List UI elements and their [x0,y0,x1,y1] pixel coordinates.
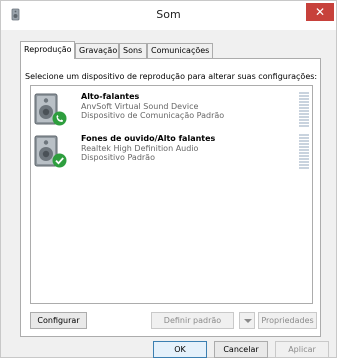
properties-label: Propriedades [261,316,314,325]
device-status: Dispositivo Padrão [81,153,155,162]
sound-dialog: Som ✕ Reprodução Gravação Sons Comunicaç… [0,0,337,358]
device-text: Fones de ouvido/Alto falantes Realtek Hi… [81,134,215,163]
cancel-button[interactable]: Cancelar [214,341,268,358]
tab-recording[interactable]: Gravação [75,43,119,58]
tab-sounds[interactable]: Sons [119,43,147,58]
configure-button[interactable]: Configurar [30,312,87,329]
tab-label: Sons [123,46,143,55]
device-status: Dispositivo de Comunicação Padrão [81,111,225,120]
device-text: Alto-falantes AnvSoft Virtual Sound Devi… [81,92,224,121]
configure-label: Configurar [37,316,80,325]
ok-button[interactable]: OK [153,341,207,358]
tab-playback[interactable]: Reprodução [20,41,75,59]
device-driver: Realtek High Definition Audio [81,143,199,153]
device-driver: AnvSoft Virtual Sound Device [81,101,199,111]
tab-label: Comunicações [151,46,210,55]
window-title: Som [156,8,181,21]
cancel-label: Cancelar [223,345,259,354]
device-item-headphones[interactable]: Fones de ouvido/Alto falantes Realtek Hi… [34,134,309,172]
playback-panel: Selecione um dispositivo de reprodução p… [20,58,321,337]
device-name: Alto-falantes [81,92,140,101]
phone-icon [52,111,67,126]
device-item-speakers[interactable]: Alto-falantes AnvSoft Virtual Sound Devi… [34,92,309,130]
tab-label: Reprodução [24,45,72,54]
set-default-label: Definir padrão [163,316,222,325]
title-bar: Som ✕ [1,1,336,30]
close-button[interactable]: ✕ [306,3,334,21]
apply-label: Aplicar [288,345,316,354]
tab-communications[interactable]: Comunicações [147,43,213,58]
tab-label: Gravação [79,46,118,55]
set-default-button[interactable]: Definir padrão [151,312,234,329]
ok-label: OK [174,345,186,354]
apply-button[interactable]: Aplicar [275,341,329,358]
properties-button[interactable]: Propriedades [258,312,317,329]
device-list[interactable]: Alto-falantes AnvSoft Virtual Sound Devi… [30,85,313,304]
checkmark-icon [52,153,67,168]
level-meter [299,92,309,128]
close-icon: ✕ [314,5,326,19]
instruction-text: Selecione um dispositivo de reprodução p… [25,72,318,81]
level-meter [299,134,309,170]
device-name: Fones de ouvido/Alto falantes [81,134,216,143]
set-default-dropdown[interactable] [239,312,255,329]
